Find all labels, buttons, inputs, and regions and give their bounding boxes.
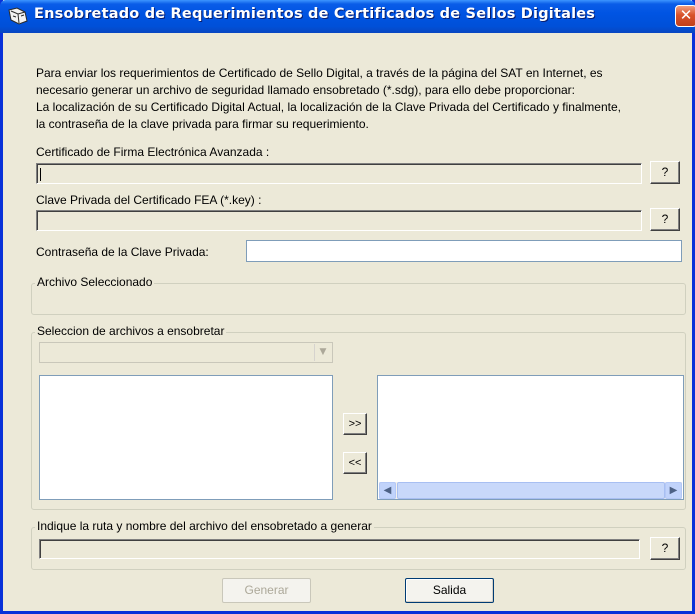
selected-file-legend: Archivo Seleccionado (35, 275, 155, 289)
generate-button[interactable]: Generar (222, 578, 311, 603)
file-selection-legend: Seleccion de archivos a ensobretar (35, 324, 227, 338)
instructions-line: necesario generar un archivo de segurida… (36, 83, 576, 97)
chevron-down-icon[interactable]: ▼ (314, 344, 331, 361)
scroll-thumb[interactable] (397, 482, 665, 499)
title-bar[interactable]: Ensobretado de Requerimientos de Certifi… (0, 0, 695, 33)
add-files-button[interactable]: >> (343, 413, 367, 435)
text-caret (40, 168, 41, 181)
instructions-line: la contraseña de la clave privada para f… (36, 117, 369, 131)
close-button[interactable]: ✕ (675, 5, 695, 27)
fea-certificate-label: Certificado de Firma Electrónica Avanzad… (36, 145, 270, 159)
scroll-right-icon[interactable]: ▶ (665, 482, 682, 499)
available-files-list[interactable] (39, 375, 333, 500)
browse-private-key-button[interactable]: ? (650, 208, 680, 231)
output-file-legend: Indique la ruta y nombre del archivo del… (35, 519, 374, 533)
horizontal-scrollbar[interactable]: ◀ ▶ (379, 482, 682, 499)
output-file-path-field[interactable] (39, 539, 640, 559)
main-window: Ensobretado de Requerimientos de Certifi… (0, 0, 695, 614)
browse-fea-certificate-button[interactable]: ? (650, 161, 680, 184)
private-key-label: Clave Privada del Certificado FEA (*.key… (36, 193, 262, 207)
fea-certificate-path-field[interactable] (36, 163, 642, 184)
file-type-dropdown[interactable]: ▼ (39, 342, 333, 363)
instructions-line: La localización de su Certificado Digita… (36, 100, 621, 114)
remove-files-button[interactable]: << (343, 452, 367, 474)
instructions-line: Para enviar los requerimientos de Certif… (36, 66, 603, 80)
app-icon (8, 7, 28, 25)
private-key-path-field[interactable] (36, 210, 642, 231)
browse-output-file-button[interactable]: ? (650, 537, 680, 560)
instructions-text: Para enviar los requerimientos de Certif… (36, 65, 686, 133)
scroll-left-icon[interactable]: ◀ (379, 482, 396, 499)
selected-files-list[interactable]: ◀ ▶ (377, 375, 684, 500)
password-input[interactable] (246, 240, 682, 262)
exit-button[interactable]: Salida (405, 578, 494, 603)
window-title: Ensobretado de Requerimientos de Certifi… (34, 6, 596, 22)
password-label: Contraseña de la Clave Privada: (36, 245, 209, 259)
